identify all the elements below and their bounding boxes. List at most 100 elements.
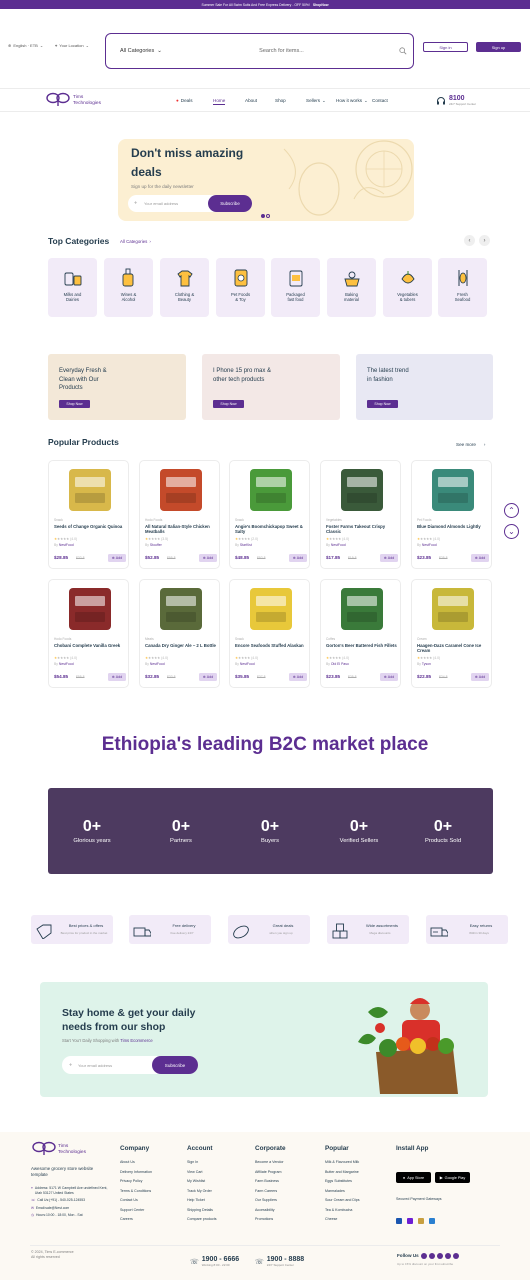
product-vendor-name[interactable]: Stouffer bbox=[150, 543, 162, 547]
product-card[interactable]: Snack Angie's Boomchickapop Sweet & Salt… bbox=[229, 460, 310, 569]
nav-about[interactable]: About bbox=[245, 98, 257, 103]
footer-link[interactable]: Help Ticket bbox=[187, 1196, 217, 1206]
product-card[interactable]: Meats Canada Dry Ginger Ale – 2 L Bottle… bbox=[139, 579, 220, 688]
product-image[interactable] bbox=[250, 469, 292, 511]
sign-in-button[interactable]: Sign in bbox=[423, 42, 468, 52]
all-categories-link[interactable]: All Categories › bbox=[120, 239, 151, 244]
product-vendor-name[interactable]: NestFood bbox=[422, 543, 437, 547]
product-card[interactable]: Snack Seeds of Change Organic Quinoa ★★★… bbox=[48, 460, 129, 569]
youtube-icon[interactable] bbox=[453, 1253, 459, 1259]
logo[interactable] bbox=[46, 92, 70, 111]
product-image[interactable] bbox=[432, 588, 474, 630]
promo-shop-now-button[interactable]: Shop Now bbox=[367, 400, 398, 408]
scroll-up-icon[interactable]: ⌃ bbox=[504, 503, 519, 518]
product-vendor-name[interactable]: NestFood bbox=[240, 662, 255, 666]
pinterest-icon[interactable] bbox=[445, 1253, 451, 1259]
footer-link[interactable]: Promotions bbox=[255, 1215, 286, 1225]
category-card[interactable]: Wines & Alcohol bbox=[104, 258, 153, 317]
language-selector[interactable]: ⊕ English · ETB ⌄ bbox=[8, 43, 43, 48]
product-image[interactable] bbox=[432, 469, 474, 511]
product-vendor-name[interactable]: NestFood bbox=[59, 662, 74, 666]
support-phone[interactable]: 8100 24/7 Support Center bbox=[449, 95, 476, 106]
category-card[interactable]: Milks and Dairies bbox=[48, 258, 97, 317]
footer-link[interactable]: Milk & Flavoured Milk bbox=[325, 1158, 360, 1168]
sign-up-button[interactable]: Sign up bbox=[476, 42, 521, 52]
twitter-icon[interactable] bbox=[429, 1253, 435, 1259]
product-image[interactable] bbox=[69, 588, 111, 630]
footer-link[interactable]: About Us bbox=[120, 1158, 152, 1168]
product-image[interactable] bbox=[69, 469, 111, 511]
product-vendor-name[interactable]: NestFood bbox=[331, 543, 346, 547]
add-to-cart-button[interactable]: ⊕ Add bbox=[289, 673, 307, 681]
product-card[interactable]: Coffes Gorton's Beer Battered Fish Fille… bbox=[320, 579, 401, 688]
promo-shop-now-button[interactable]: Shop Now bbox=[213, 400, 244, 408]
product-name[interactable]: All Natural Italian-Style Chicken Meatba… bbox=[145, 524, 217, 535]
product-image[interactable] bbox=[341, 469, 383, 511]
product-card[interactable]: Hodo Foods All Natural Italian-Style Chi… bbox=[139, 460, 220, 569]
footer-link[interactable]: Become a Vendor bbox=[255, 1158, 286, 1168]
footer-link[interactable]: Careers bbox=[120, 1215, 152, 1225]
product-card[interactable]: Vegetables Foster Farms Takeout Crispy C… bbox=[320, 460, 401, 569]
product-card[interactable]: Cream Haagen-Dazs Caramel Cone Ice Cream… bbox=[411, 579, 492, 688]
product-vendor-name[interactable]: NestFood bbox=[59, 543, 74, 547]
location-selector[interactable]: ⌖ Your Location ⌄ bbox=[55, 43, 89, 48]
footer-link[interactable]: Farm Business bbox=[255, 1177, 286, 1187]
category-card[interactable]: Fresh Seafood bbox=[438, 258, 487, 317]
stay-home-subscribe-button[interactable]: Subscribe bbox=[152, 1056, 198, 1074]
search-input[interactable]: Search for items... bbox=[164, 48, 399, 54]
footer-link[interactable]: Eggs Substitutes bbox=[325, 1177, 360, 1187]
add-to-cart-button[interactable]: ⊕ Add bbox=[380, 554, 398, 562]
product-vendor-name[interactable]: StarKist bbox=[240, 543, 252, 547]
add-to-cart-button[interactable]: ⊕ Add bbox=[289, 554, 307, 562]
footer-link[interactable]: Delivery Information bbox=[120, 1168, 152, 1178]
footer-link[interactable]: Contact Us bbox=[120, 1196, 152, 1206]
footer-link[interactable]: Terms & Conditions bbox=[120, 1187, 152, 1197]
category-card[interactable]: Clothing & Beauty bbox=[160, 258, 209, 317]
product-name[interactable]: Blue Diamond Almonds Lightly bbox=[417, 524, 489, 529]
nav-home[interactable]: Home bbox=[213, 98, 226, 105]
add-to-cart-button[interactable]: ⊕ Add bbox=[108, 554, 126, 562]
product-name[interactable]: Chobani Complete Vanilla Greek bbox=[54, 643, 126, 648]
nav-deals[interactable]: ● Deals bbox=[176, 98, 193, 103]
add-to-cart-button[interactable]: ⊕ Add bbox=[199, 673, 217, 681]
product-name[interactable]: Foster Farms Takeout Crispy Classic bbox=[326, 524, 398, 535]
promo-shop-now-button[interactable]: Shop Now bbox=[59, 400, 90, 408]
footer-link[interactable]: Cheese bbox=[325, 1215, 360, 1225]
footer-link[interactable]: Marmalades bbox=[325, 1187, 360, 1197]
see-more-link[interactable]: See more › bbox=[456, 442, 485, 447]
category-card[interactable]: Packaged fast food bbox=[271, 258, 320, 317]
product-vendor-name[interactable]: NestFood bbox=[150, 662, 165, 666]
footer-link[interactable]: Privacy Policy bbox=[120, 1177, 152, 1187]
footer-link[interactable]: Butter and Margarine bbox=[325, 1168, 360, 1178]
product-image[interactable] bbox=[341, 588, 383, 630]
instagram-icon[interactable] bbox=[437, 1253, 443, 1259]
product-name[interactable]: Gorton's Beer Battered Fish Fillets bbox=[326, 643, 398, 648]
footer-link[interactable]: Tea & Kombucha bbox=[325, 1206, 360, 1216]
product-name[interactable]: Haagen-Dazs Caramel Cone Ice Cream bbox=[417, 643, 489, 654]
product-name[interactable]: Encore Seafoods Stuffed Alaskan bbox=[235, 643, 307, 648]
add-to-cart-button[interactable]: ⊕ Add bbox=[471, 673, 489, 681]
product-image[interactable] bbox=[160, 588, 202, 630]
shop-now-link[interactable]: ShopNow bbox=[313, 3, 329, 7]
product-vendor-name[interactable]: Old El Paso bbox=[331, 662, 349, 666]
add-to-cart-button[interactable]: ⊕ Add bbox=[199, 554, 217, 562]
product-name[interactable]: Canada Dry Ginger Ale – 2 L Bottle bbox=[145, 643, 217, 648]
nav-sellers[interactable]: Sellers ⌄ bbox=[306, 98, 326, 104]
stay-home-email-input[interactable]: Your email address bbox=[78, 1063, 112, 1068]
product-card[interactable]: Hodo Foods Chobani Complete Vanilla Gree… bbox=[48, 579, 129, 688]
footer-link[interactable]: Our Suppliers bbox=[255, 1196, 286, 1206]
search-category-select[interactable]: All Categories ⌄ bbox=[106, 48, 164, 54]
add-to-cart-button[interactable]: ⊕ Add bbox=[108, 673, 126, 681]
add-to-cart-button[interactable]: ⊕ Add bbox=[471, 554, 489, 562]
footer-link[interactable]: Affiliate Program bbox=[255, 1168, 286, 1178]
footer-link[interactable]: Accessibility bbox=[255, 1206, 286, 1216]
category-card[interactable]: Baking material bbox=[327, 258, 376, 317]
facebook-icon[interactable] bbox=[421, 1253, 427, 1259]
hotline-2[interactable]: ☏ 1900 - 8888 24/7 Support Center bbox=[255, 1256, 304, 1267]
product-card[interactable]: Pet Foods Blue Diamond Almonds Lightly ★… bbox=[411, 460, 492, 569]
nav-how-it-works[interactable]: How it works ⌄ bbox=[336, 98, 368, 104]
search-icon[interactable] bbox=[399, 47, 407, 55]
footer-link[interactable]: Farm Careers bbox=[255, 1187, 286, 1197]
hero-subscribe-button[interactable]: Subscribe bbox=[208, 195, 252, 212]
product-card[interactable]: Snack Encore Seafoods Stuffed Alaskan ★★… bbox=[229, 579, 310, 688]
